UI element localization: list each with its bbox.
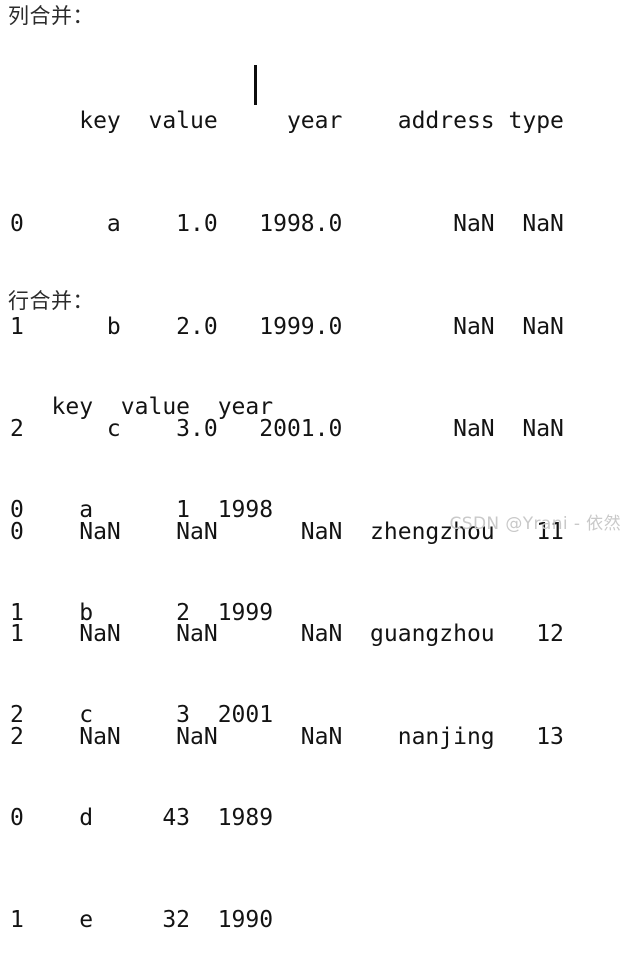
section-label-column-merge: 列合并： — [8, 4, 94, 28]
dataframe-output-row-merge: key value year 0 a 1 1998 1 b 2 1999 2 c… — [10, 322, 273, 972]
dataframe-header-row: key value year — [10, 394, 274, 421]
text-cursor — [254, 65, 257, 105]
watermark: CSDN @Yrani - 依然 — [449, 514, 621, 534]
section-label-row-merge: 行合并： — [8, 289, 94, 313]
table-row: 0 a 1.0 1998.0 NaN NaN — [10, 211, 564, 237]
table-row: 2 c 3 2001 — [10, 702, 274, 729]
table-row: 0 d 43 1989 — [10, 804, 274, 831]
dataframe-header-row: key value year address type — [10, 108, 564, 135]
table-row: 0 a 1 1998 — [10, 497, 274, 523]
table-row: 1 b 2 1999 — [10, 599, 274, 626]
table-row: 1 e 32 1990 — [10, 907, 274, 934]
